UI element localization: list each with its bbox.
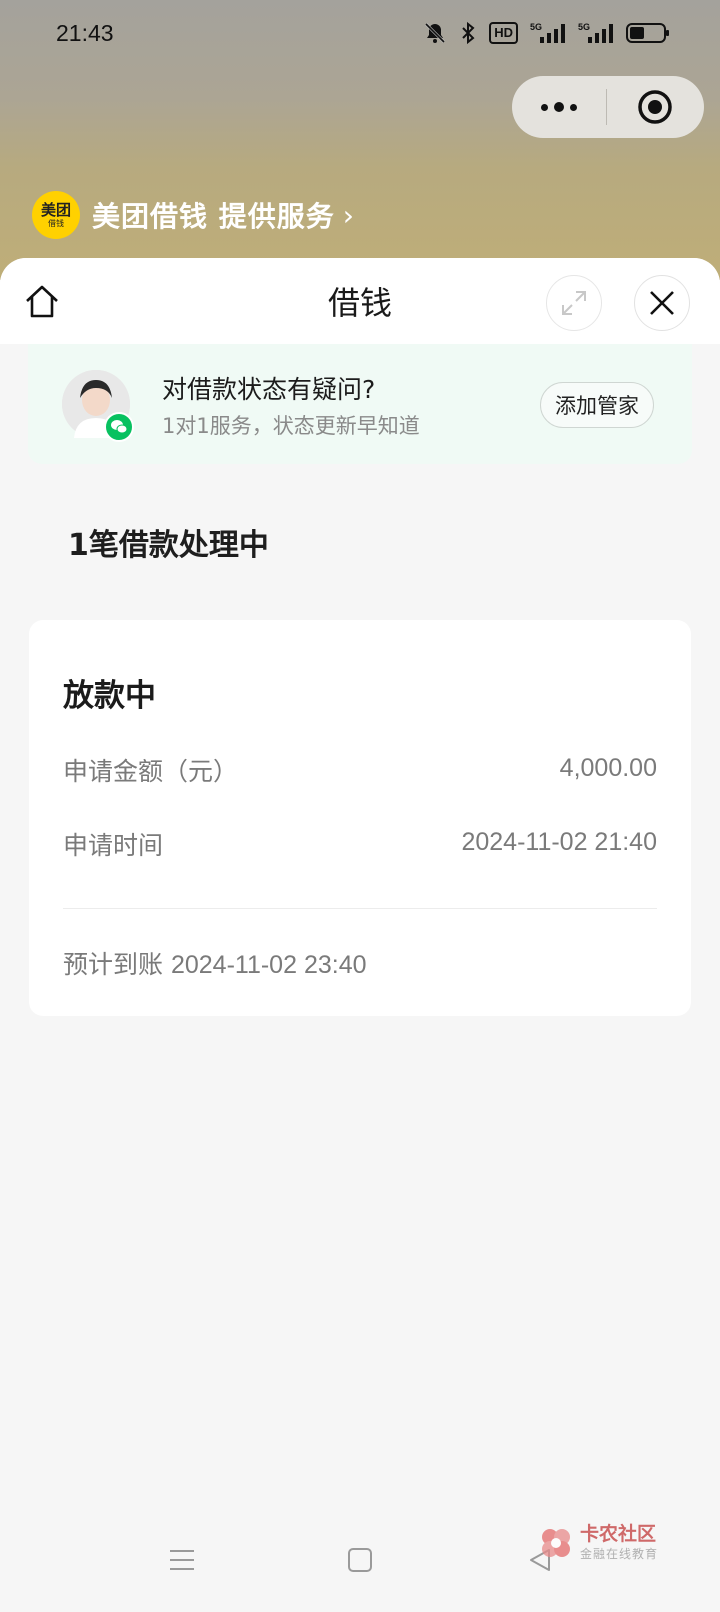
svg-text:5G: 5G (578, 22, 590, 32)
pending-loan-count: 1笔借款处理中 (68, 528, 269, 563)
status-bar: 21:43 HD 5G 5G (0, 0, 720, 66)
logo-subtext: 借钱 (48, 218, 64, 228)
watermark: 卡农社区 金融在线教育 (538, 1524, 658, 1562)
provider-text: 美团借钱 提供服务 (92, 200, 335, 233)
home-square-icon[interactable] (340, 1540, 380, 1580)
content-sheet: 借钱 对借款状态有疑问? 1对1服务，状态更新早知道 添加管家 1笔借款处理中 … (0, 258, 720, 1612)
battery-icon (626, 23, 669, 43)
amount-label: 申请金额（元） (63, 757, 239, 786)
svg-text:5G: 5G (530, 22, 542, 32)
miniprogram-capsule (512, 76, 704, 138)
nav-bar: 借钱 (0, 258, 720, 344)
expand-icon[interactable] (546, 275, 602, 331)
eta-time: 2024-11-02 23:40 (170, 951, 367, 979)
target-circle-icon[interactable] (607, 76, 703, 138)
loan-status: 放款中 (63, 678, 156, 714)
more-dots-icon[interactable] (512, 76, 606, 138)
status-time: 21:43 (56, 19, 114, 46)
divider (63, 908, 657, 909)
hd-icon: HD (489, 22, 518, 44)
add-manager-button[interactable]: 添加管家 (540, 382, 654, 428)
watermark-subtitle: 金融在线教育 (580, 1546, 659, 1561)
chevron-right-icon: › (342, 198, 354, 232)
amount-value: 4,000.00 (559, 754, 657, 782)
home-icon[interactable] (22, 282, 62, 322)
eta-label: 预计到账 (63, 950, 164, 979)
apply-time-value: 2024-11-02 21:40 (461, 828, 657, 856)
signal-5g-icon: 5G (530, 22, 565, 43)
logo-text: 美团 (40, 200, 71, 219)
menu-icon[interactable] (162, 1540, 202, 1580)
watermark-title: 卡农社区 (580, 1523, 657, 1545)
meituan-logo: 美团 借钱 (32, 191, 80, 239)
service-card[interactable]: 对借款状态有疑问? 1对1服务，状态更新早知道 添加管家 (28, 344, 692, 464)
page-title: 借钱 (327, 284, 392, 322)
watermark-logo-icon (542, 1528, 570, 1557)
apply-time-label: 申请时间 (63, 831, 164, 860)
expected-arrival: 预计到账 2024-11-02 23:40 (63, 945, 367, 981)
status-icons: HD 5G 5G (423, 21, 670, 45)
provider-row[interactable]: 美团 借钱 美团借钱 提供服务 › (32, 190, 354, 240)
wechat-icon (104, 412, 134, 442)
signal-5g-icon: 5G (578, 22, 613, 43)
service-title: 对借款状态有疑问? (162, 375, 376, 404)
service-subtitle: 1对1服务，状态更新早知道 (162, 414, 420, 438)
bell-muted-icon (425, 22, 446, 44)
bluetooth-icon (462, 21, 475, 45)
loan-card[interactable]: 放款中 申请金额（元） 4,000.00 申请时间 2024-11-02 21:… (29, 620, 691, 1016)
agent-avatar (62, 370, 134, 442)
close-icon[interactable] (634, 275, 690, 331)
